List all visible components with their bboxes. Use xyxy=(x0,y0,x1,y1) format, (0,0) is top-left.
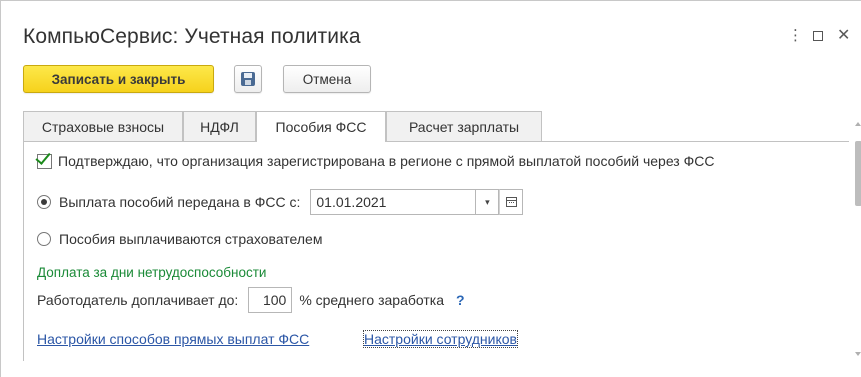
employee-settings-link[interactable]: Настройки сотрудников xyxy=(363,330,518,348)
confirm-fss-row: Подтверждаю, что организация зарегистрир… xyxy=(35,148,715,169)
section-title-sick-leave: Доплата за дни нетрудоспособности xyxy=(37,265,267,280)
scroll-thumb[interactable] xyxy=(855,141,861,206)
employer-pays-percent-input[interactable] xyxy=(248,287,293,313)
fss-payment-row: Выплата пособий передана в ФСС с: ▾ xyxy=(37,189,524,215)
vertical-scrollbar[interactable] xyxy=(854,119,861,364)
scroll-down-icon[interactable] xyxy=(855,352,861,356)
confirm-fss-checkbox[interactable] xyxy=(35,148,52,169)
calendar-icon xyxy=(505,197,517,207)
more-actions-icon[interactable]: ⋮ xyxy=(788,27,803,45)
radio-insurer-payment-label: Пособия выплачиваются страхователем xyxy=(59,231,323,247)
radio-selected-dot xyxy=(41,199,47,205)
confirm-fss-label: Подтверждаю, что организация зарегистрир… xyxy=(58,153,715,169)
insurer-payment-row: Пособия выплачиваются страхователем xyxy=(37,231,322,247)
tab-ndfl[interactable]: НДФЛ xyxy=(183,111,256,141)
cancel-button[interactable]: Отмена xyxy=(283,65,371,93)
chevron-down-icon: ▾ xyxy=(485,196,490,207)
scroll-up-icon[interactable] xyxy=(855,122,861,126)
date-field-group: ▾ xyxy=(310,189,524,215)
employer-pays-label: Работодатель доплачивает до: xyxy=(37,292,239,308)
close-button[interactable]: ✕ xyxy=(837,27,850,45)
radio-insurer-payment[interactable] xyxy=(37,232,51,246)
radio-fss-payment[interactable] xyxy=(37,195,51,209)
save-and-close-button[interactable]: Записать и закрыть xyxy=(23,65,214,93)
tab-insurance-contributions[interactable]: Страховые взносы xyxy=(23,111,183,141)
tab-fss-benefits[interactable]: Пособия ФСС xyxy=(256,111,386,142)
save-button[interactable] xyxy=(234,65,262,93)
employer-pays-row: Работодатель доплачивает до: % среднего … xyxy=(37,287,465,313)
calendar-button[interactable] xyxy=(499,189,524,215)
direct-payment-settings-link[interactable]: Настройки способов прямых выплат ФСС xyxy=(37,331,309,347)
window-title: КомпьюСервис: Учетная политика xyxy=(23,25,361,48)
maximize-button[interactable] xyxy=(813,27,823,46)
tab-content-panel xyxy=(23,141,849,361)
floppy-disk-icon xyxy=(241,72,255,86)
date-dropdown-button[interactable]: ▾ xyxy=(475,189,500,215)
help-icon[interactable]: ? xyxy=(456,292,465,308)
window: КомпьюСервис: Учетная политика ⋮ ✕ Запис… xyxy=(0,0,861,377)
tab-bar: Страховые взносы НДФЛ Пособия ФСС Расчет… xyxy=(23,111,849,142)
radio-fss-payment-label: Выплата пособий передана в ФСС с: xyxy=(59,194,301,210)
tab-payroll[interactable]: Расчет зарплаты xyxy=(386,111,542,141)
employer-pays-suffix: % среднего заработка xyxy=(299,292,444,308)
fss-start-date-input[interactable] xyxy=(310,189,476,215)
maximize-icon xyxy=(813,31,823,41)
